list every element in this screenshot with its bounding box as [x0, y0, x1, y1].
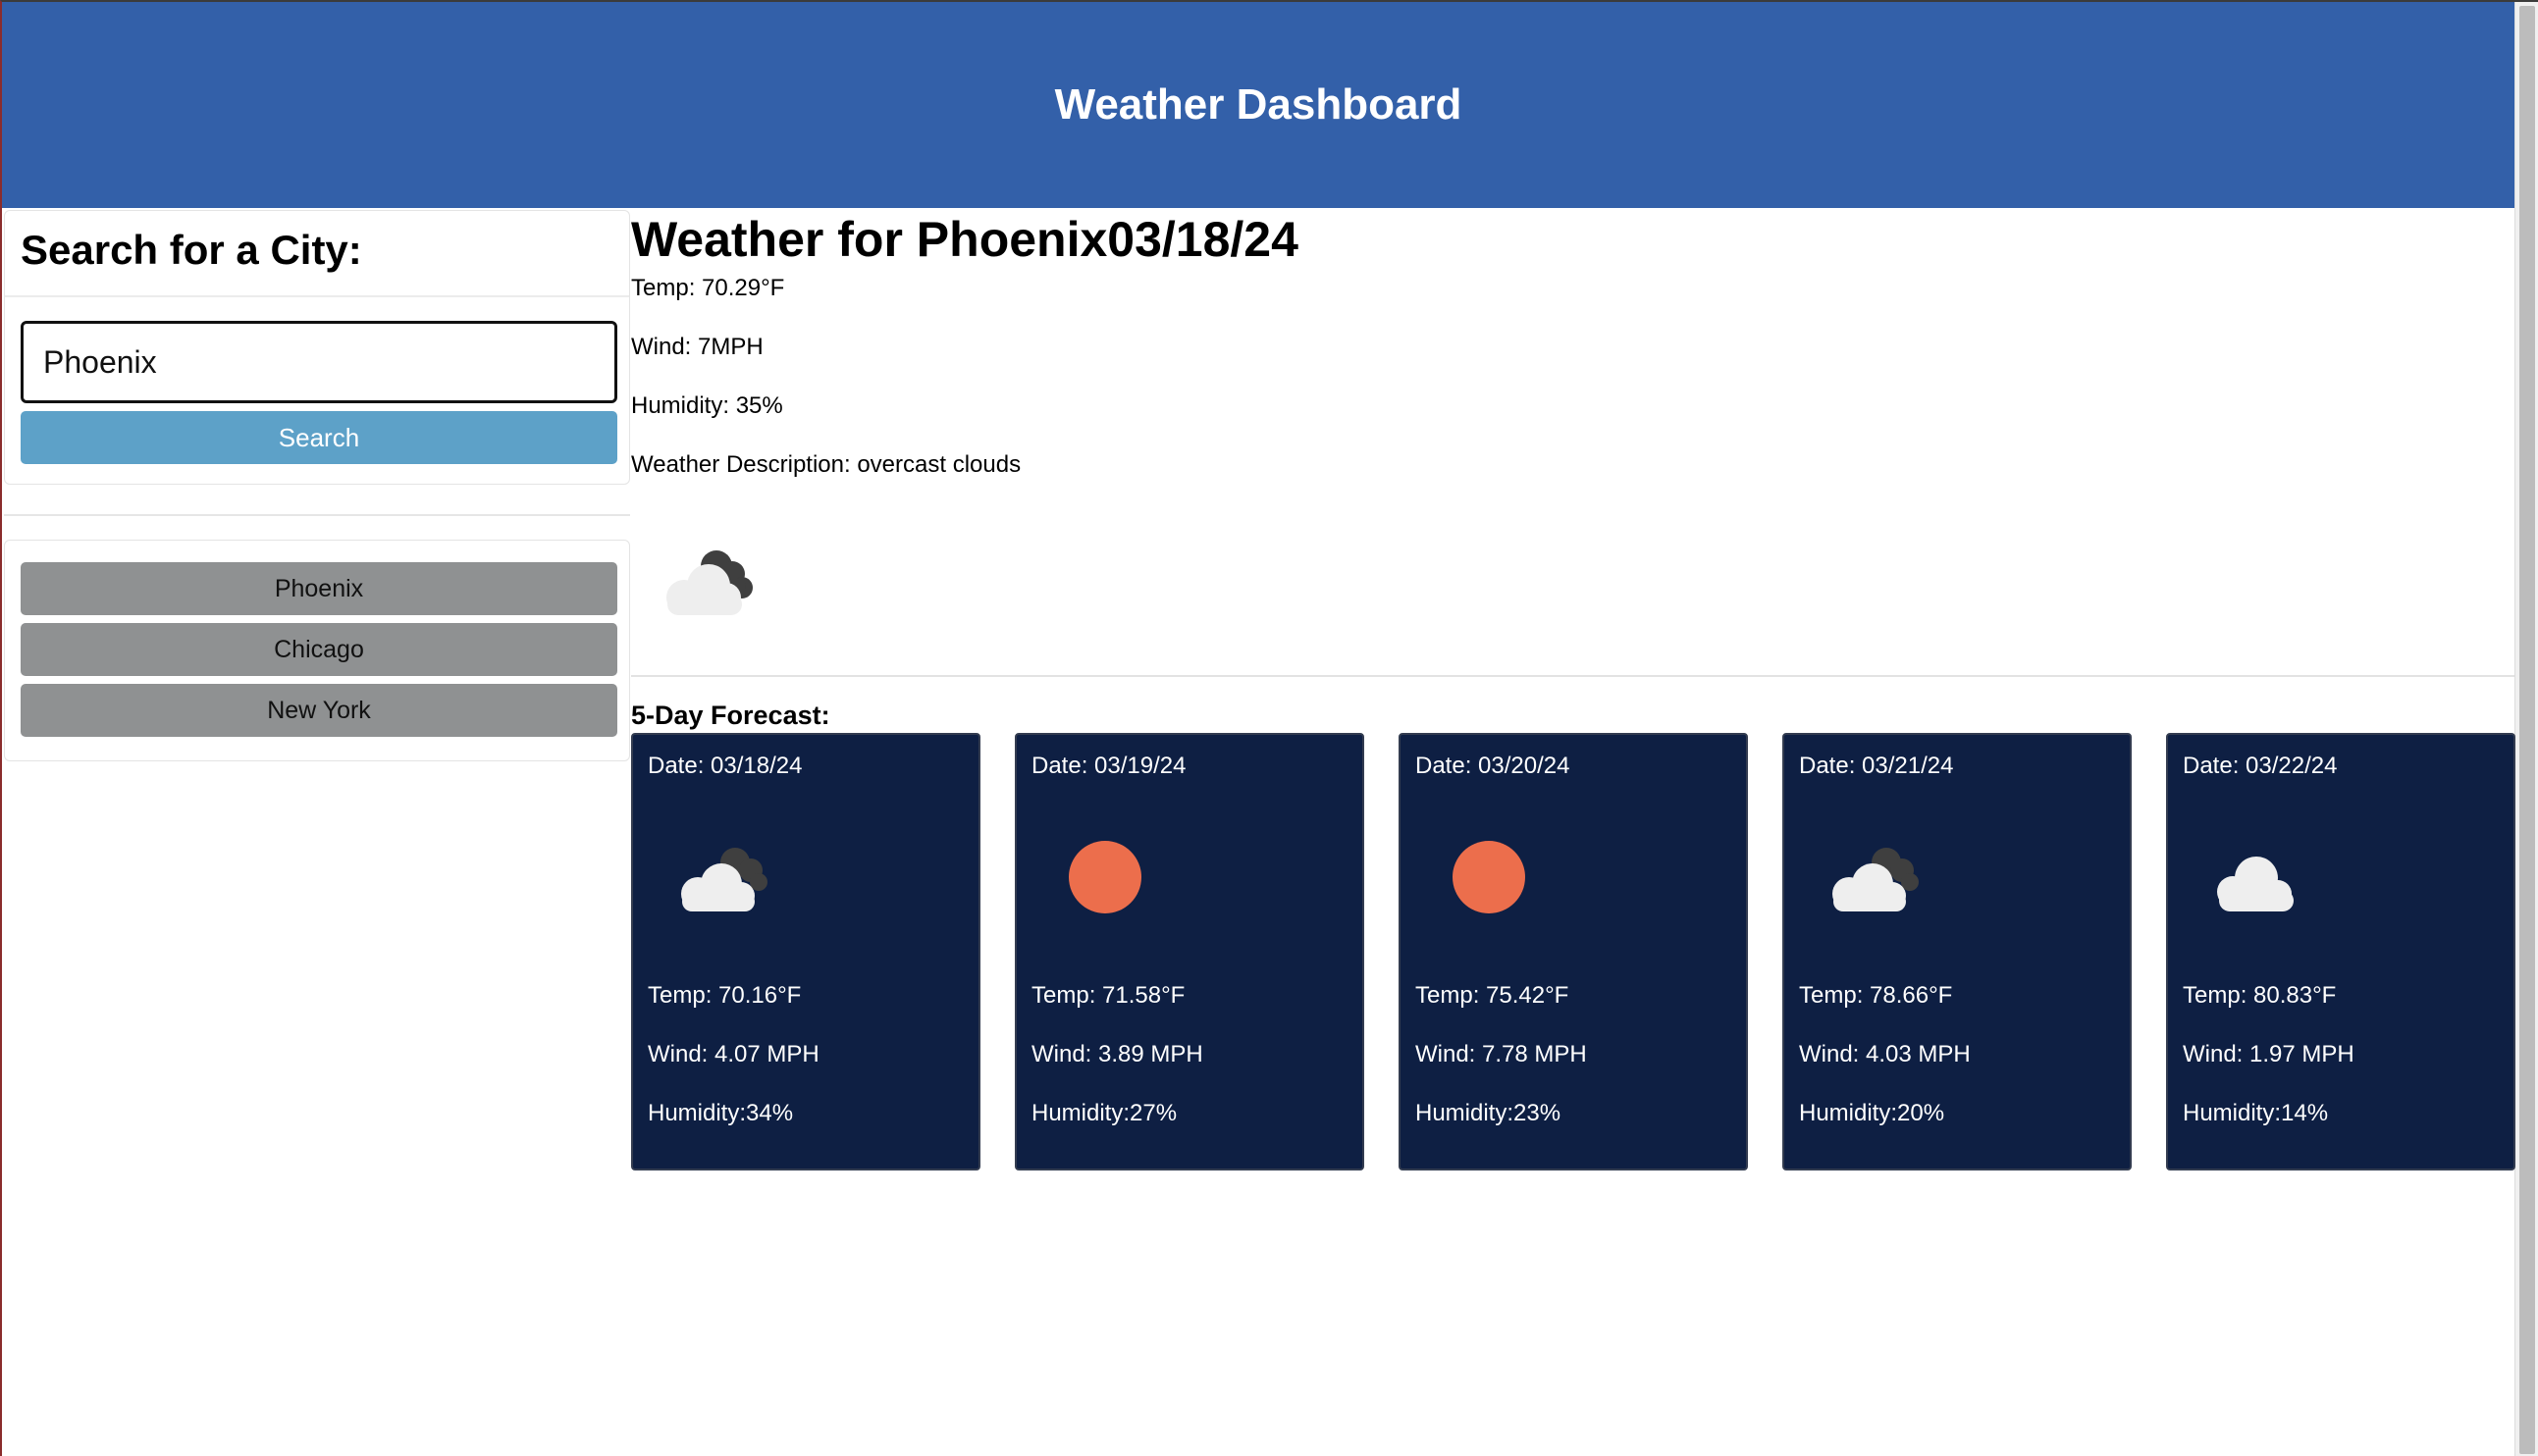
- forecast-title: 5-Day Forecast:: [631, 701, 830, 730]
- city-search-input[interactable]: [21, 321, 617, 403]
- forecast-temp: Temp: 80.83°F: [2183, 982, 2337, 1009]
- forecast-wind: Wind: 7.78 MPH: [1415, 1041, 1587, 1067]
- history-button-phoenix[interactable]: Phoenix: [21, 562, 617, 615]
- forecast-humidity: Humidity:14%: [2183, 1100, 2329, 1126]
- forecast-card-3: Date: 03/20/24 Temp: 75.42°F Wind: 7.78 …: [1399, 733, 1748, 1170]
- sidebar-divider: [4, 514, 630, 516]
- current-humidity: Humidity: 35%: [631, 392, 783, 419]
- forecast-humidity: Humidity:23%: [1415, 1100, 1561, 1126]
- search-panel: Search for a City: Search: [4, 210, 630, 485]
- search-history: Phoenix Chicago New York: [4, 540, 630, 761]
- forecast-wind: Wind: 4.03 MPH: [1799, 1041, 1971, 1067]
- page: Weather Dashboard Search for a City: Sea…: [0, 0, 2538, 1456]
- main-divider: [631, 675, 2514, 677]
- clear-sky-icon: [1069, 841, 1141, 913]
- forecast-wind: Wind: 4.07 MPH: [648, 1041, 820, 1067]
- forecast-card-4: Date: 03/21/24 Temp: 78.66°F Wind: 4.03 …: [1782, 733, 2132, 1170]
- scrollbar-thumb[interactable]: [2519, 6, 2535, 1454]
- broken-clouds-icon: [681, 848, 767, 911]
- overcast-clouds-icon: [666, 550, 753, 615]
- forecast-card-1: Date: 03/18/24 Temp: 70.16°F Wind: 4.07 …: [631, 733, 980, 1170]
- forecast-card-2: Date: 03/19/24 Temp: 71.58°F Wind: 3.89 …: [1015, 733, 1364, 1170]
- forecast-humidity: Humidity:20%: [1799, 1100, 1945, 1126]
- current-weather: Weather for Phoenix03/18/24 Temp: 70.29°…: [631, 210, 2514, 510]
- forecast-date: Date: 03/19/24: [1031, 753, 1187, 779]
- forecast-date: Date: 03/21/24: [1799, 753, 1954, 779]
- forecast-date: Date: 03/18/24: [648, 753, 803, 779]
- search-button[interactable]: Search: [21, 411, 617, 464]
- current-temp: Temp: 70.29°F: [631, 275, 785, 301]
- app-header: Weather Dashboard: [2, 2, 2514, 208]
- search-heading: Search for a City:: [21, 227, 362, 273]
- broken-clouds-icon: [1832, 848, 1919, 911]
- forecast-wind: Wind: 1.97 MPH: [2183, 1041, 2354, 1067]
- forecast-row: Date: 03/18/24 Temp: 70.16°F Wind: 4.07 …: [631, 733, 2515, 1170]
- scattered-clouds-icon: [2217, 857, 2294, 911]
- forecast-temp: Temp: 75.42°F: [1415, 982, 1569, 1009]
- current-weather-heading: Weather for Phoenix03/18/24: [631, 212, 1298, 267]
- history-button-chicago[interactable]: Chicago: [21, 623, 617, 676]
- vertical-scrollbar[interactable]: [2514, 2, 2538, 1456]
- forecast-temp: Temp: 70.16°F: [648, 982, 802, 1009]
- forecast-wind: Wind: 3.89 MPH: [1031, 1041, 1203, 1067]
- forecast-temp: Temp: 71.58°F: [1031, 982, 1186, 1009]
- search-divider: [5, 295, 629, 297]
- forecast-date: Date: 03/22/24: [2183, 753, 2338, 779]
- app-title: Weather Dashboard: [1054, 80, 1462, 129]
- forecast-date: Date: 03/20/24: [1415, 753, 1570, 779]
- forecast-humidity: Humidity:34%: [648, 1100, 794, 1126]
- forecast-card-5: Date: 03/22/24 Temp: 80.83°F Wind: 1.97 …: [2166, 733, 2515, 1170]
- current-description: Weather Description: overcast clouds: [631, 451, 1022, 478]
- history-button-new-york[interactable]: New York: [21, 684, 617, 737]
- current-wind: Wind: 7MPH: [631, 334, 764, 360]
- forecast-temp: Temp: 78.66°F: [1799, 982, 1953, 1009]
- clear-sky-icon: [1453, 841, 1525, 913]
- forecast-humidity: Humidity:27%: [1031, 1100, 1178, 1126]
